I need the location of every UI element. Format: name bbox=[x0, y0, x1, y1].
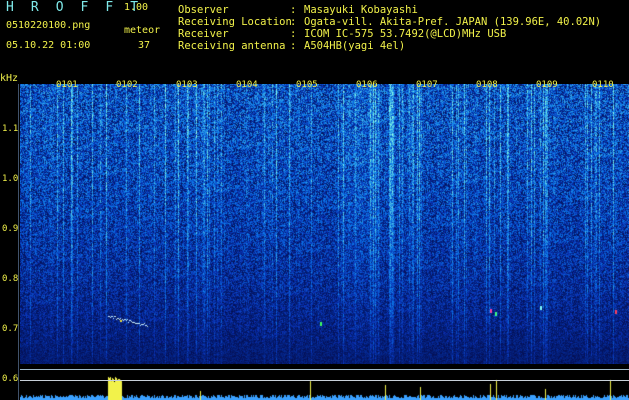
y-tick-label: 0.6 bbox=[2, 374, 19, 384]
info-separator: : bbox=[290, 4, 297, 16]
x-tick-label: 0102 bbox=[116, 80, 138, 90]
meteor-label: meteor bbox=[124, 25, 161, 36]
x-tick-label: 0103 bbox=[176, 80, 198, 90]
app-version: 1.00 bbox=[124, 2, 149, 13]
y-axis-unit: kHz bbox=[0, 73, 19, 84]
y-tick-label: 0.8 bbox=[2, 274, 19, 284]
x-tick-label: 0106 bbox=[356, 80, 378, 90]
y-tick-label: 1.1 bbox=[2, 124, 19, 134]
app-title: H R O F F T bbox=[6, 0, 143, 15]
observation-datetime: 05.10.22 01:00 bbox=[6, 40, 91, 51]
info-key-observer: Observer bbox=[178, 4, 229, 16]
info-separator: : bbox=[290, 28, 297, 40]
info-value-observer: Masayuki Kobayashi bbox=[304, 4, 418, 16]
info-value-receiver: ICOM IC-575 53.7492(@LCD)MHz USB bbox=[304, 28, 507, 40]
x-tick-label: 0101 bbox=[56, 80, 78, 90]
y-tick-label: 0.9 bbox=[2, 224, 19, 234]
x-tick-label: 0107 bbox=[416, 80, 438, 90]
info-key-receiver: Receiver bbox=[178, 28, 229, 40]
reference-line-upper bbox=[20, 369, 629, 370]
info-separator: : bbox=[290, 16, 297, 28]
spectrogram bbox=[20, 84, 629, 364]
info-key-antenna: Receiving antenna bbox=[178, 40, 286, 52]
x-tick-label: 0105 bbox=[296, 80, 318, 90]
meteor-count: 37 bbox=[138, 40, 151, 51]
x-tick-label: 0104 bbox=[236, 80, 258, 90]
x-tick-label: 0109 bbox=[536, 80, 558, 90]
reference-line-lower bbox=[20, 380, 629, 381]
info-key-location: Receiving Location bbox=[178, 16, 292, 28]
file-name: 0510220100.png bbox=[6, 20, 91, 31]
y-tick-label: 1.0 bbox=[2, 174, 19, 184]
x-tick-label: 0110 bbox=[592, 80, 614, 90]
x-tick-label: 0108 bbox=[476, 80, 498, 90]
y-axis-line bbox=[18, 84, 19, 400]
y-tick-label: 0.7 bbox=[2, 324, 19, 334]
info-value-location: Ogata-vill. Akita-Pref. JAPAN (139.96E, … bbox=[304, 16, 602, 28]
info-value-antenna: A504HB(yagi 4el) bbox=[304, 40, 406, 52]
info-separator: : bbox=[290, 40, 297, 52]
